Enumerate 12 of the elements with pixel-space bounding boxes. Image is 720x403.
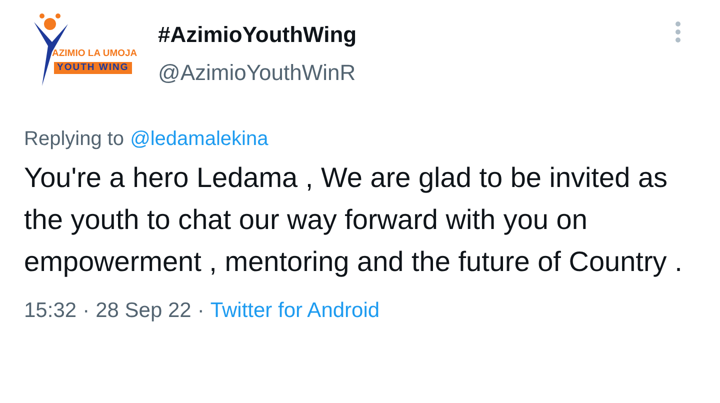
- tweet-time[interactable]: 15:32: [24, 297, 77, 325]
- author-name[interactable]: #AzimioYouthWing: [158, 20, 357, 50]
- author-handle[interactable]: @AzimioYouthWinR: [158, 58, 357, 88]
- logo-text: AZIMIO LA UMOJA: [52, 49, 138, 58]
- logo-banner: YOUTH WING: [54, 62, 132, 74]
- tweet-text: You're a hero Ledama , We are glad to be invited as the youth to chat our way forward with you on empowerment , mentoring and the future of Country .: [24, 161, 684, 279]
- tweet-date[interactable]: 28 Sep 22: [96, 297, 192, 325]
- separator: ·: [197, 298, 204, 324]
- separator: ·: [82, 298, 90, 324]
- replying-label: Replying to: [24, 127, 124, 152]
- avatar-logo[interactable]: AZIMIO LA UMOJA YOUTH WING: [24, 6, 140, 102]
- more-icon[interactable]: [674, 20, 682, 44]
